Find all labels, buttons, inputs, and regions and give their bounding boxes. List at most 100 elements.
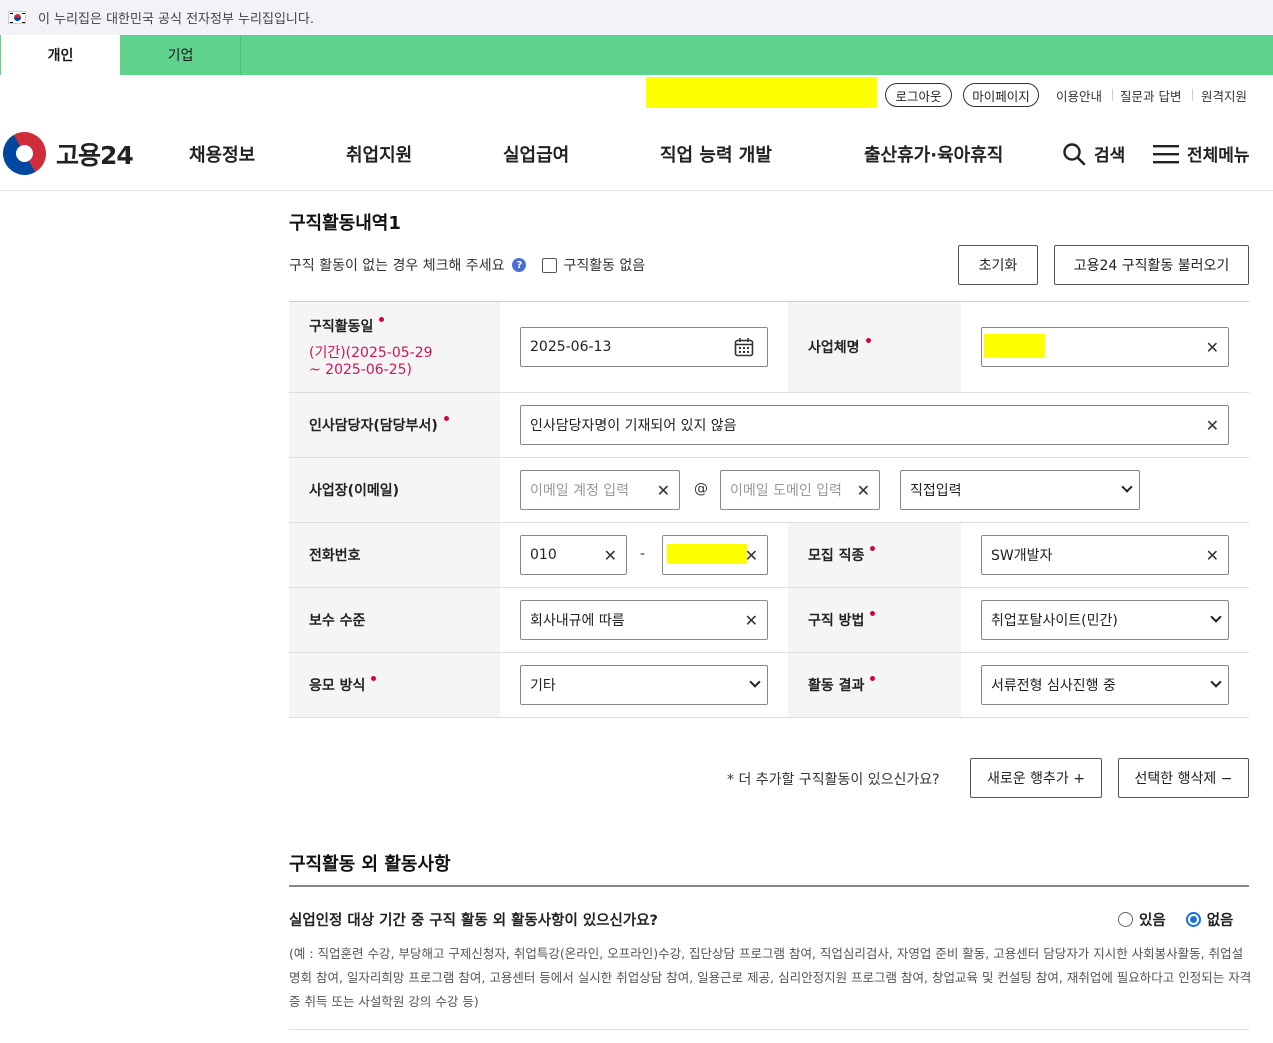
guide-link[interactable]: 이용안내 bbox=[1056, 86, 1102, 105]
clear-icon[interactable]: ✕ bbox=[1206, 546, 1219, 565]
no-activity-checkbox-label[interactable]: 구직활동 없음 bbox=[563, 255, 645, 275]
job-type-input[interactable]: SW개발자 ✕ bbox=[981, 535, 1229, 575]
util-divider bbox=[1112, 89, 1113, 101]
other-activity-question: 실업인정 대상 기간 중 구직 활동 외 활동사항이 있으신가요? bbox=[289, 913, 658, 929]
email-domain-input[interactable]: 이메일 도메인 입력 ✕ bbox=[720, 470, 880, 510]
import-activity-button[interactable]: 고용24 구직활동 불러오기 bbox=[1054, 245, 1249, 285]
nav-employment-support[interactable]: 취업지원 bbox=[346, 141, 412, 167]
required-mark bbox=[870, 610, 876, 616]
logo-text: 고용24 bbox=[56, 140, 134, 170]
all-menu-label: 전체메뉴 bbox=[1187, 146, 1250, 166]
clear-icon[interactable]: ✕ bbox=[745, 546, 758, 565]
help-icon[interactable]: ? bbox=[512, 258, 527, 272]
date-label: 구직활동일 bbox=[309, 319, 374, 335]
radio-yes-label[interactable]: 있음 bbox=[1139, 909, 1166, 930]
other-activity-examples: (예 : 직업훈련 수강, 부당해고 구제신청자, 취업특강(온라인, 오프라인… bbox=[289, 946, 1252, 1009]
no-activity-row: 구직 활동이 없는 경우 체크해 주세요 ? 구직활동 없음 bbox=[289, 255, 645, 275]
activity-date-input[interactable]: 2025-06-13 bbox=[520, 327, 768, 367]
hr-label: 인사담당자(담당부서) bbox=[309, 418, 438, 434]
user-name-redacted bbox=[646, 77, 877, 108]
apply-label-cell: 응모 방식 bbox=[289, 653, 500, 717]
nav-parental-leave[interactable]: 출산휴가·육아휴직 bbox=[864, 141, 1003, 167]
radio-no-label[interactable]: 없음 bbox=[1207, 909, 1234, 930]
chevron-down-icon bbox=[1210, 611, 1222, 623]
add-row-button[interactable]: 새로운 행추가 + bbox=[970, 758, 1102, 798]
required-mark bbox=[379, 316, 385, 322]
company-name-input[interactable]: ✕ bbox=[981, 327, 1229, 367]
logout-button[interactable]: 로그아웃 bbox=[885, 83, 952, 107]
add-activity-question: * 더 추가할 구직활동이 있으신가요? bbox=[727, 772, 940, 788]
phone-label: 전화번호 bbox=[309, 548, 361, 564]
site-logo[interactable]: 고용24 bbox=[0, 124, 134, 183]
chevron-down-icon bbox=[1121, 481, 1133, 493]
tab-business[interactable]: 기업 bbox=[121, 35, 241, 75]
email-account-input[interactable]: 이메일 계정 입력 ✕ bbox=[520, 470, 680, 510]
company-name-redacted bbox=[984, 334, 1045, 358]
clear-icon[interactable]: ✕ bbox=[1206, 338, 1219, 357]
job-search-method-value: 취업포탈사이트(민간) bbox=[991, 613, 1118, 629]
activity-date-value: 2025-06-13 bbox=[530, 339, 612, 355]
no-activity-hint: 구직 활동이 없는 경우 체크해 주세요 bbox=[289, 258, 505, 274]
salary-value: 회사내규에 따름 bbox=[530, 613, 625, 629]
section-title-other-activity: 구직활동 외 활동사항 bbox=[289, 854, 451, 875]
chevron-down-icon bbox=[749, 676, 761, 688]
radio-yes[interactable] bbox=[1118, 912, 1133, 927]
hamburger-menu-icon bbox=[1153, 144, 1179, 163]
email-domain-placeholder: 이메일 도메인 입력 bbox=[730, 483, 842, 499]
email-at-sign: @ bbox=[694, 481, 708, 497]
salary-input[interactable]: 회사내규에 따름 ✕ bbox=[520, 600, 768, 640]
header-divider bbox=[0, 190, 1273, 191]
radio-no[interactable] bbox=[1185, 912, 1201, 927]
no-activity-checkbox[interactable] bbox=[542, 257, 558, 273]
section2-divider bbox=[289, 885, 1249, 887]
job-activity-form: 구직활동일 (기간)(2025-05-29 ~ 2025-06-25) 2025… bbox=[289, 301, 1249, 718]
chevron-down-icon bbox=[1210, 676, 1222, 688]
remote-support-link[interactable]: 원격지원 bbox=[1201, 86, 1247, 105]
util-divider bbox=[1192, 89, 1193, 101]
activity-result-select[interactable]: 서류전형 심사진행 중 bbox=[981, 665, 1229, 705]
apply-method-select[interactable]: 기타 bbox=[520, 665, 768, 705]
calendar-icon[interactable] bbox=[734, 337, 754, 357]
job-label: 모집 직종 bbox=[808, 548, 865, 564]
salary-label-cell: 보수 수준 bbox=[289, 588, 500, 652]
required-mark bbox=[371, 675, 377, 681]
taegeuk-logo-icon bbox=[0, 124, 54, 183]
form-row-hr: 인사담당자(담당부서) 인사담당자명이 기재되어 있지 않음 ✕ bbox=[289, 393, 1249, 458]
phone-prefix-input[interactable]: 010 ✕ bbox=[520, 535, 627, 575]
method-label-cell: 구직 방법 bbox=[788, 588, 961, 652]
user-type-tabs: 개인 기업 bbox=[0, 35, 1273, 75]
nav-vocational-training[interactable]: 직업 능력 개발 bbox=[660, 141, 772, 167]
clear-icon[interactable]: ✕ bbox=[857, 481, 870, 500]
nav-jobs[interactable]: 채용정보 bbox=[189, 141, 255, 167]
qna-link[interactable]: 질문과 답변 bbox=[1120, 86, 1181, 105]
job-search-method-select[interactable]: 취업포탈사이트(민간) bbox=[981, 600, 1229, 640]
search-button[interactable]: 검색 bbox=[1062, 141, 1125, 166]
phone-prefix-value: 010 bbox=[530, 547, 557, 563]
delete-row-button[interactable]: 선택한 행삭제 − bbox=[1118, 758, 1249, 798]
phone-dash: - bbox=[640, 546, 646, 562]
all-menu-button[interactable]: 전체메뉴 bbox=[1153, 141, 1250, 166]
nav-unemployment-benefit[interactable]: 실업급여 bbox=[503, 141, 569, 167]
email-domain-select-value: 직접입력 bbox=[910, 483, 962, 499]
korea-flag-icon bbox=[8, 11, 26, 24]
other-activity-radio-group: 있음 없음 bbox=[1118, 909, 1233, 930]
clear-icon[interactable]: ✕ bbox=[657, 481, 670, 500]
hr-contact-input[interactable]: 인사담당자명이 기재되어 있지 않음 ✕ bbox=[520, 405, 1229, 445]
clear-icon[interactable]: ✕ bbox=[745, 611, 758, 630]
clear-icon[interactable]: ✕ bbox=[604, 546, 617, 565]
required-mark bbox=[865, 337, 871, 343]
mypage-button[interactable]: 마이페이지 bbox=[963, 83, 1039, 107]
search-label: 검색 bbox=[1094, 146, 1126, 166]
email-domain-select[interactable]: 직접입력 bbox=[900, 470, 1140, 510]
date-label-cell: 구직활동일 (기간)(2025-05-29 ~ 2025-06-25) bbox=[289, 302, 500, 392]
required-mark bbox=[443, 415, 449, 421]
tab-individual[interactable]: 개인 bbox=[0, 35, 120, 75]
form-row-email: 사업장(이메일) 이메일 계정 입력 ✕ @ 이메일 도메인 입력 ✕ 직접입력 bbox=[289, 458, 1249, 523]
phone-number-input[interactable]: ✕ bbox=[662, 535, 768, 575]
reset-button[interactable]: 초기화 bbox=[958, 245, 1038, 285]
form-row-date: 구직활동일 (기간)(2025-05-29 ~ 2025-06-25) 2025… bbox=[289, 302, 1249, 393]
apply-label: 응모 방식 bbox=[309, 678, 366, 694]
company-label-cell: 사업체명 bbox=[788, 302, 961, 392]
company-label: 사업체명 bbox=[808, 340, 860, 356]
clear-icon[interactable]: ✕ bbox=[1206, 416, 1219, 435]
